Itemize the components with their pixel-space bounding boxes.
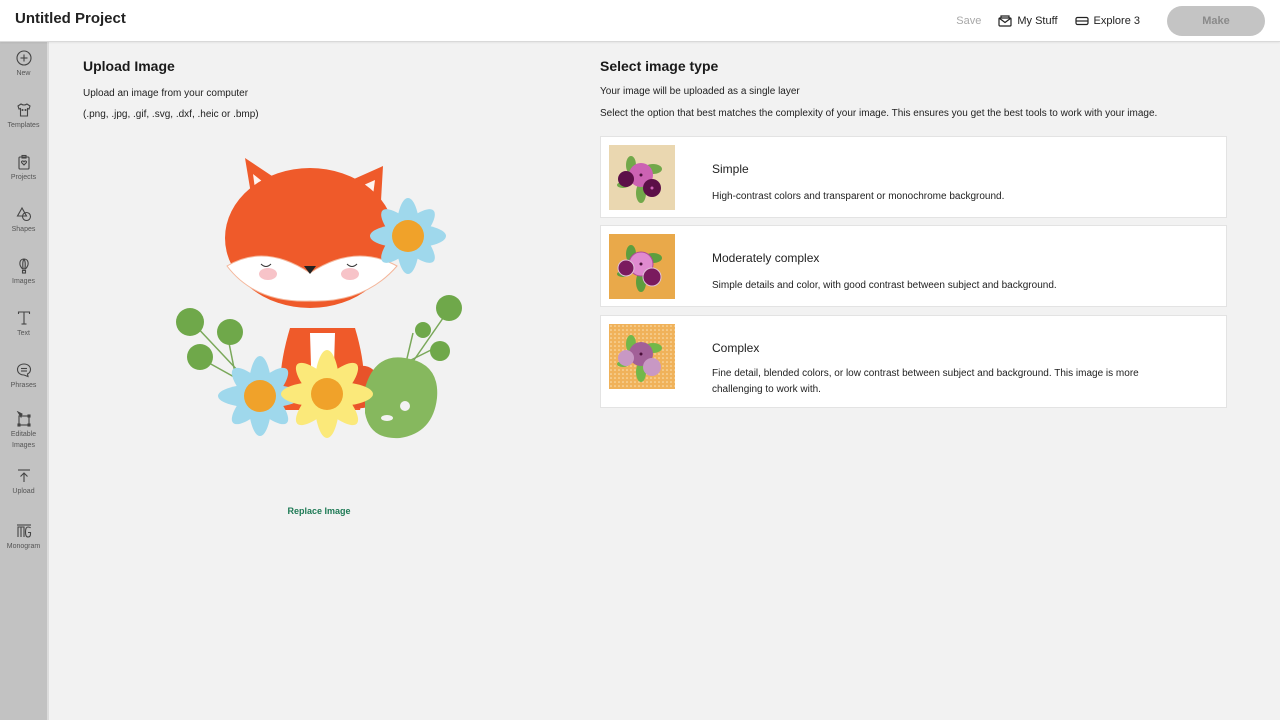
machine-label: Explore 3 <box>1093 15 1140 27</box>
option-description-line1: Fine detail, blended colors, or low cont… <box>712 368 1139 379</box>
image-type-title: Select image type <box>600 58 719 74</box>
sidebar-label-line1: Editable <box>10 431 37 438</box>
sidebar-item-shapes[interactable]: Shapes <box>0 206 47 235</box>
simple-thumbnail <box>609 145 675 210</box>
sidebar-label: Images <box>12 278 35 285</box>
upload-arrow-icon <box>17 469 30 482</box>
hot-air-balloon-icon <box>18 258 29 274</box>
replace-image-link[interactable]: Replace Image <box>260 506 378 516</box>
vector-edit-icon <box>16 411 31 427</box>
moderately-complex-thumbnail <box>609 234 675 299</box>
sidebar-item-phrases[interactable]: Phrases <box>0 362 47 391</box>
sidebar-item-images[interactable]: Images <box>0 258 47 287</box>
header-actions: Save My Stuff Explore 3 Make <box>956 0 1265 42</box>
option-title: Simple <box>712 162 749 176</box>
sidebar-label: Projects <box>10 174 37 181</box>
sidebar-label: Editable Images <box>11 429 36 451</box>
sidebar-label: Upload <box>12 488 35 495</box>
option-description-line2: challenging to work with. <box>712 383 821 395</box>
sidebar-item-new[interactable]: New <box>0 50 47 79</box>
cutting-machine-icon <box>1074 16 1089 26</box>
option-title: Complex <box>712 341 760 355</box>
speech-bubble-icon <box>16 363 31 378</box>
sidebar-label-line2: Images <box>12 442 35 449</box>
option-description: Simple details and color, with good cont… <box>712 280 1057 291</box>
left-sidebar: New Templates Projects Shapes Images Tex… <box>0 42 49 720</box>
my-stuff-label: My Stuff <box>1017 15 1058 27</box>
option-title: Moderately complex <box>712 251 820 265</box>
make-button[interactable]: Make <box>1167 6 1265 36</box>
upload-subtitle: Upload an image from your computer <box>83 88 249 99</box>
sidebar-item-templates[interactable]: Templates <box>0 102 47 131</box>
image-type-subtitle: Your image will be uploaded as a single … <box>600 86 800 97</box>
sidebar-item-upload[interactable]: Upload <box>0 468 47 497</box>
upload-title: Upload Image <box>83 58 175 74</box>
project-title[interactable]: Untitled Project <box>15 10 126 27</box>
monstera-leaf <box>365 357 438 439</box>
option-simple[interactable]: Simple High-contrast colors and transpar… <box>600 136 1227 218</box>
option-description: Fine detail, blended colors, or low cont… <box>712 366 1232 397</box>
plus-circle-icon <box>15 50 32 66</box>
sidebar-item-text[interactable]: Text <box>0 310 47 339</box>
upload-formats: (.png, .jpg, .gif, .svg, .dxf, .heic or … <box>83 109 259 120</box>
sidebar-label: Monogram <box>6 543 41 550</box>
sidebar-label: New <box>16 70 31 77</box>
sidebar-item-editable-images[interactable]: Editable Images <box>0 411 47 451</box>
image-type-instruction: Select the option that best matches the … <box>600 108 1158 119</box>
option-complex[interactable]: Complex Fine detail, blended colors, or … <box>600 315 1227 408</box>
sidebar-label: Shapes <box>11 226 36 233</box>
option-description: High-contrast colors and transparent or … <box>712 191 1005 202</box>
my-stuff-button[interactable]: My Stuff <box>998 15 1058 27</box>
top-header: Untitled Project Save My Stuff Explore 3… <box>0 0 1280 42</box>
text-t-icon <box>17 311 30 325</box>
sidebar-item-monogram[interactable]: Monogram <box>0 523 47 552</box>
envelope-open-icon <box>998 15 1012 27</box>
sidebar-label: Phrases <box>10 382 37 389</box>
shapes-icon <box>16 206 31 222</box>
monogram-icon <box>16 524 31 538</box>
clipboard-heart-icon <box>17 154 30 170</box>
save-button[interactable]: Save <box>956 15 981 27</box>
sidebar-label: Templates <box>7 122 40 129</box>
uploaded-image-preview <box>176 158 462 439</box>
option-moderately-complex[interactable]: Moderately complex Simple details and co… <box>600 225 1227 307</box>
sidebar-label: Text <box>17 330 30 337</box>
machine-selector[interactable]: Explore 3 <box>1074 15 1140 27</box>
tshirt-icon <box>16 103 31 117</box>
sidebar-item-projects[interactable]: Projects <box>0 154 47 183</box>
complex-thumbnail <box>609 324 675 389</box>
